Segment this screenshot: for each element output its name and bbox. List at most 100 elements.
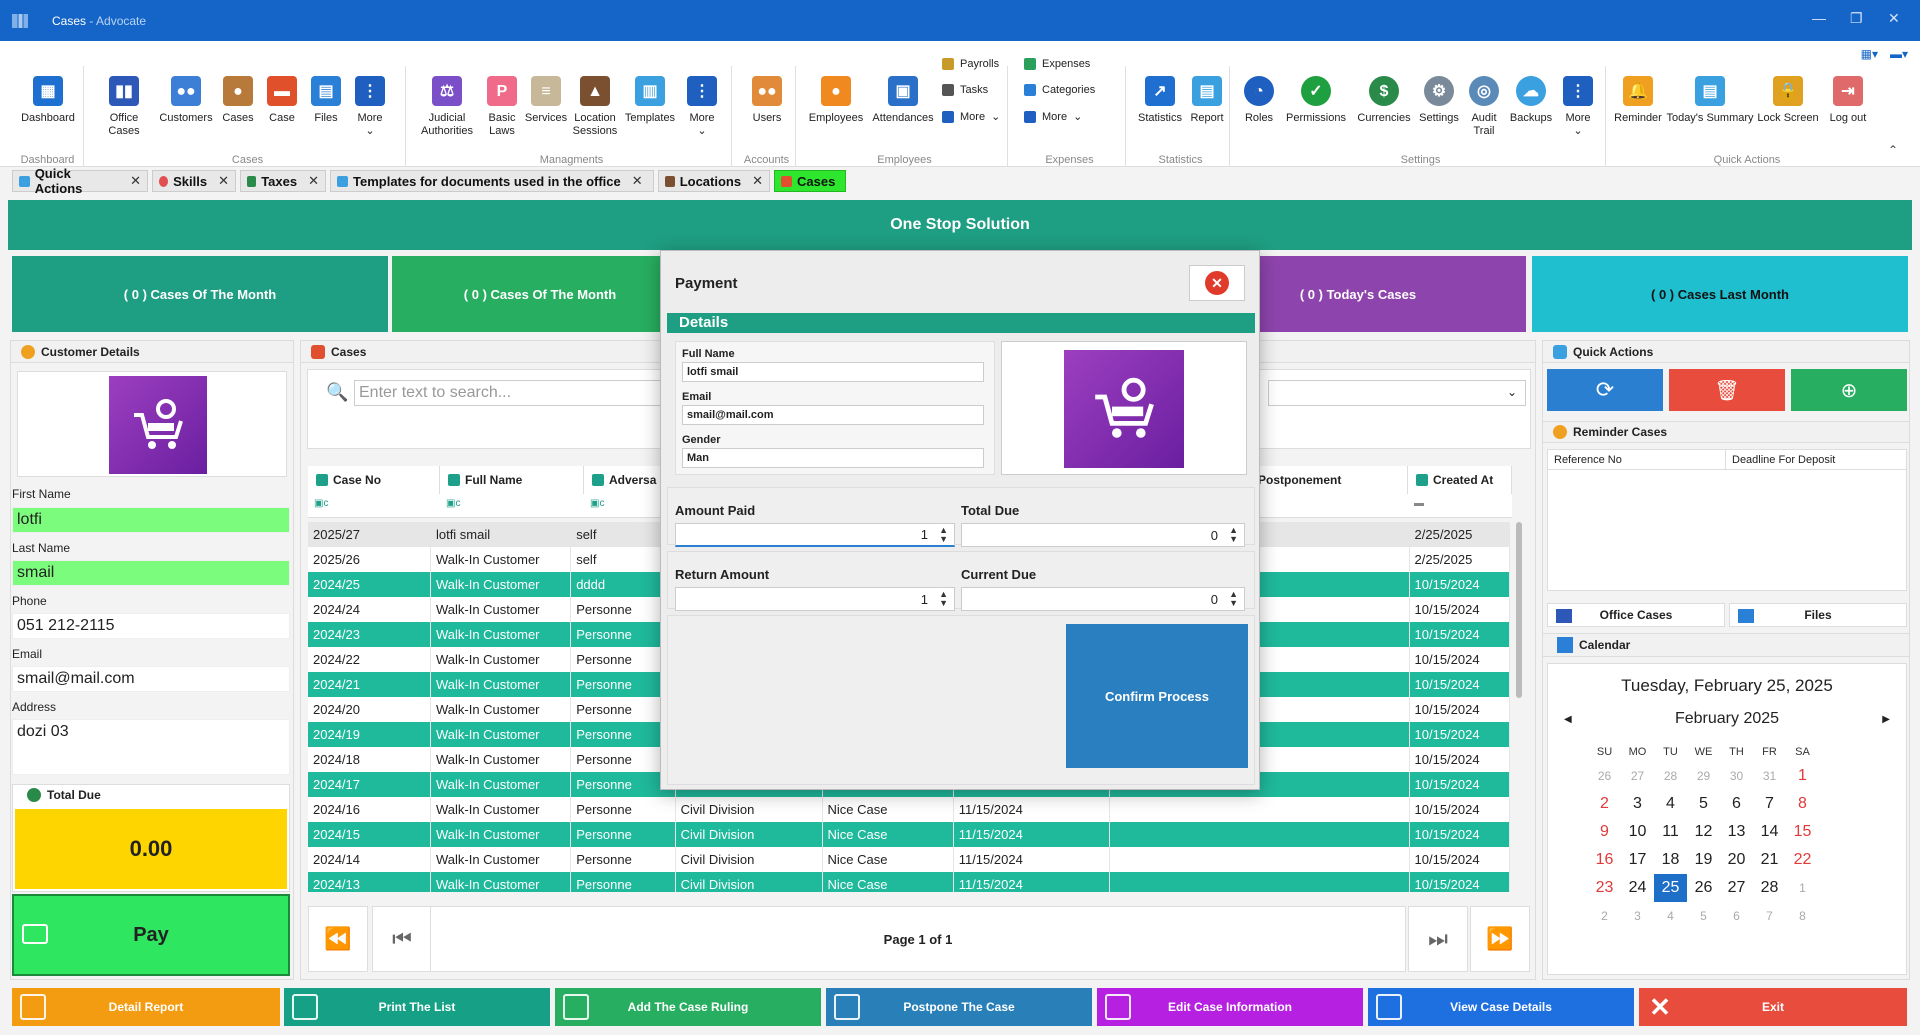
calendar-day[interactable]: 7 bbox=[1753, 790, 1786, 818]
currencies-button[interactable]: $ Currencies bbox=[1354, 76, 1414, 125]
calendar-day[interactable]: 27 bbox=[1621, 762, 1654, 790]
calendar-day[interactable]: 4 bbox=[1654, 790, 1687, 818]
table-row[interactable]: 2024/13 Walk-In Customer Personne Civil Div… bbox=[308, 872, 1510, 892]
files-button[interactable]: ▤ Files bbox=[306, 76, 346, 125]
col-postponement[interactable]: Postponement bbox=[1250, 466, 1408, 494]
filter-dropdown[interactable]: ⌄ bbox=[1268, 380, 1526, 406]
calendar-next-icon[interactable]: ▶ bbox=[1882, 714, 1890, 725]
close-tab-icon[interactable]: ✕ bbox=[218, 173, 229, 189]
calendar-day[interactable]: 23 bbox=[1588, 874, 1621, 902]
payrolls-button[interactable]: Payrolls bbox=[942, 58, 999, 70]
judicial-authorities-button[interactable]: ⚖ Judicial Authorities bbox=[416, 76, 478, 138]
calendar-day[interactable]: 17 bbox=[1621, 846, 1654, 874]
total-due-input[interactable]: 0 ▲ ▼ bbox=[961, 523, 1245, 547]
calendar-day[interactable]: 27 bbox=[1720, 874, 1753, 902]
first-page-button[interactable]: ⏪ bbox=[308, 906, 368, 972]
gender-field[interactable]: Man bbox=[682, 448, 984, 468]
calendar-day[interactable]: 1 bbox=[1786, 874, 1819, 902]
return-amount-input[interactable]: 1 ▲ ▼ bbox=[675, 587, 955, 611]
office-cases-quick-button[interactable]: Office Cases bbox=[1547, 603, 1725, 627]
calendar-day[interactable]: 2 bbox=[1588, 790, 1621, 818]
categories-button[interactable]: Categories bbox=[1024, 84, 1095, 96]
calendar-day[interactable]: 29 bbox=[1687, 762, 1720, 790]
reminder-col-deadline[interactable]: Deadline For Deposit bbox=[1726, 450, 1906, 470]
calendar-day[interactable]: 24 bbox=[1621, 874, 1654, 902]
calendar-day[interactable]: 8 bbox=[1786, 902, 1819, 930]
delete-button[interactable]: 🗑 bbox=[1669, 369, 1785, 411]
more-cases-button[interactable]: ⋮ More ⌄ bbox=[350, 76, 390, 138]
reminder-col-reference[interactable]: Reference No bbox=[1548, 450, 1726, 470]
calendar-day[interactable]: 2 bbox=[1588, 902, 1621, 930]
tasks-button[interactable]: Tasks bbox=[942, 84, 988, 96]
close-icon[interactable]: ✕ bbox=[1888, 10, 1900, 27]
email-field[interactable]: smail@mail.com bbox=[12, 666, 290, 692]
calendar-day[interactable]: 1 bbox=[1786, 762, 1819, 790]
collapse-ribbon-icon[interactable]: ⌃ bbox=[1888, 143, 1898, 157]
search-input[interactable]: Enter text to search... bbox=[354, 380, 694, 406]
current-due-input[interactable]: 0 ▲ ▼ bbox=[961, 587, 1245, 611]
more-settings-button[interactable]: ⋮ More ⌄ bbox=[1558, 76, 1598, 138]
view-case-details-button[interactable]: View Case Details bbox=[1368, 988, 1634, 1026]
audit-trail-button[interactable]: ◎ Audit Trail bbox=[1464, 76, 1504, 138]
calendar-day[interactable]: 3 bbox=[1621, 902, 1654, 930]
calendar-day[interactable]: 8 bbox=[1786, 790, 1819, 818]
col-full-name[interactable]: Full Name bbox=[440, 466, 584, 494]
stepper-icon[interactable]: ▲ ▼ bbox=[1229, 526, 1238, 544]
next-page-button[interactable]: ⏭ bbox=[1408, 906, 1468, 972]
calendar-day[interactable]: 19 bbox=[1687, 846, 1720, 874]
settings-button[interactable]: ⚙ Settings bbox=[1416, 76, 1462, 125]
statistics-button[interactable]: ↗ Statistics bbox=[1134, 76, 1186, 125]
theme-icon[interactable]: ▬▾ bbox=[1890, 47, 1908, 61]
calendar-day[interactable]: 12 bbox=[1687, 818, 1720, 846]
case-button[interactable]: ▬ Case bbox=[262, 76, 302, 125]
prev-page-button[interactable]: ⏮ bbox=[372, 906, 432, 972]
calendar-day[interactable]: 18 bbox=[1654, 846, 1687, 874]
calendar-day[interactable]: 28 bbox=[1753, 874, 1786, 902]
print-list-button[interactable]: Print The List bbox=[284, 988, 550, 1026]
calendar-day[interactable]: 6 bbox=[1720, 902, 1753, 930]
files-quick-button[interactable]: Files bbox=[1729, 603, 1907, 627]
more-employees-button[interactable]: More ⌄ bbox=[942, 110, 1000, 123]
minimize-icon[interactable]: — bbox=[1812, 10, 1826, 26]
roles-button[interactable]: ◔ Roles bbox=[1240, 76, 1278, 125]
calendar-day[interactable]: 26 bbox=[1588, 762, 1621, 790]
users-button[interactable]: ●● Users bbox=[742, 76, 792, 125]
layout-icon[interactable]: ▦▾ bbox=[1861, 47, 1878, 61]
stepper-icon[interactable]: ▲ ▼ bbox=[939, 526, 948, 544]
basic-laws-button[interactable]: P Basic Laws bbox=[482, 76, 522, 138]
calendar-day[interactable]: 26 bbox=[1687, 874, 1720, 902]
calendar-day[interactable]: 16 bbox=[1588, 846, 1621, 874]
location-sessions-button[interactable]: ▲ Location Sessions bbox=[570, 76, 620, 138]
calendar-day[interactable]: 10 bbox=[1621, 818, 1654, 846]
last-page-button[interactable]: ⏩ bbox=[1470, 906, 1530, 972]
log-out-button[interactable]: ⇥ Log out bbox=[1820, 76, 1876, 125]
close-tab-icon[interactable]: ✕ bbox=[308, 173, 319, 189]
calendar-day[interactable]: 7 bbox=[1753, 902, 1786, 930]
calendar-day[interactable]: 20 bbox=[1720, 846, 1753, 874]
more-managments-button[interactable]: ⋮ More ⌄ bbox=[682, 76, 722, 138]
table-scrollbar[interactable] bbox=[1516, 522, 1522, 698]
calendar-day[interactable]: 9 bbox=[1588, 818, 1621, 846]
templates-button[interactable]: ▥ Templates bbox=[622, 76, 678, 125]
amount-paid-input[interactable]: 1 ▲ ▼ bbox=[675, 523, 955, 547]
lock-screen-button[interactable]: 🔒 Lock Screen bbox=[1756, 76, 1820, 125]
email-field[interactable]: smail@mail.com bbox=[682, 405, 984, 425]
report-button[interactable]: ▤ Report bbox=[1186, 76, 1228, 125]
calendar-day[interactable]: 22 bbox=[1786, 846, 1819, 874]
phone-field[interactable]: 051 212-2115 bbox=[12, 613, 290, 639]
close-tab-icon[interactable]: ✕ bbox=[130, 173, 141, 189]
expenses-button[interactable]: Expenses bbox=[1024, 58, 1090, 70]
close-tab-icon[interactable]: ✕ bbox=[632, 173, 643, 189]
cases-button[interactable]: ● Cases bbox=[218, 76, 258, 125]
calendar-day[interactable]: 5 bbox=[1687, 902, 1720, 930]
calendar-day[interactable]: 30 bbox=[1720, 762, 1753, 790]
restore-icon[interactable]: ❐ bbox=[1850, 10, 1863, 27]
tab-locations[interactable]: Locations ✕ bbox=[658, 170, 770, 192]
services-button[interactable]: ≡ Services bbox=[524, 76, 568, 125]
permissions-button[interactable]: ✓ Permissions bbox=[1280, 76, 1352, 125]
full-name-field[interactable]: lotfi smail bbox=[682, 362, 984, 382]
calendar-day[interactable]: 13 bbox=[1720, 818, 1753, 846]
calendar-day[interactable]: 6 bbox=[1720, 790, 1753, 818]
calendar-day[interactable]: 3 bbox=[1621, 790, 1654, 818]
table-row[interactable]: 2024/15 Walk-In Customer Personne Civil Div… bbox=[308, 822, 1510, 847]
